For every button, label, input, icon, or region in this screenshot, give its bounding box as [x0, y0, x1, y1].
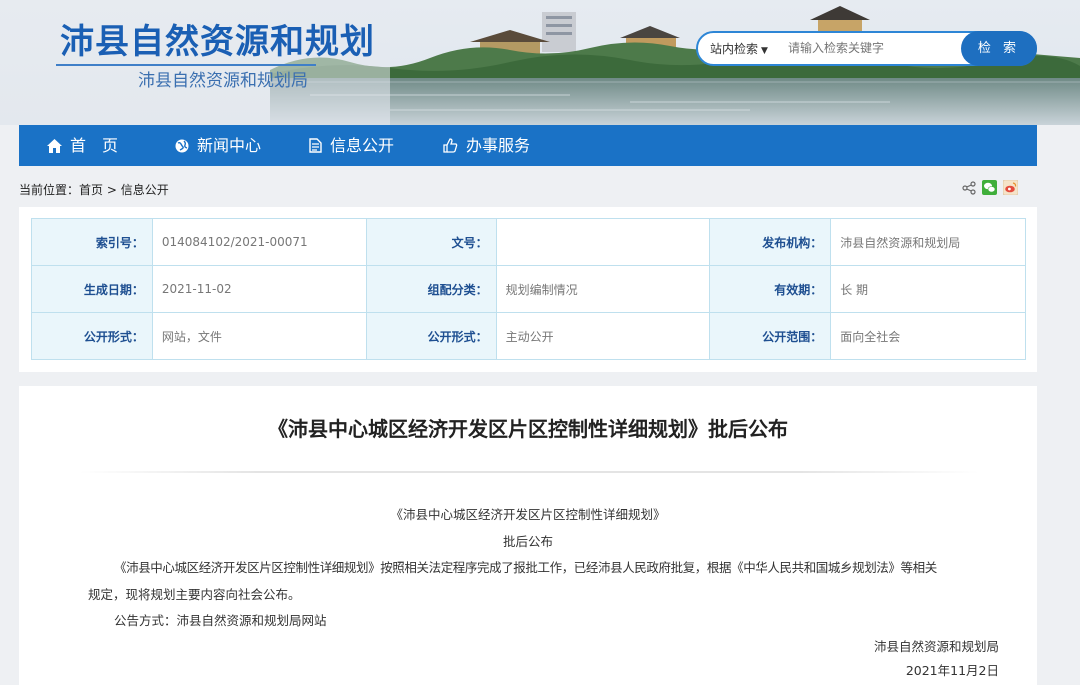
home-icon — [47, 139, 62, 153]
nav-item-news[interactable]: 新闻中心 — [175, 125, 261, 166]
article-paragraph: 《沛县中心城区经济开发区片区控制性详细规划》按照相关法定程序完成了报批工作，已经… — [114, 560, 937, 575]
nav-item-info[interactable]: 信息公开 — [309, 125, 394, 166]
doc-number-value — [495, 218, 711, 266]
site-title: 沛县自然资源和规划 — [60, 22, 375, 62]
nav-item-home[interactable]: 首 页 — [47, 125, 118, 166]
publisher-value: 沛县自然资源和规划局 — [830, 218, 1026, 266]
info-panel: 索引号： 014084102/2021-00071 文号： 发布机构： 沛县自然… — [19, 207, 1037, 372]
index-number-label: 索引号： — [31, 218, 153, 266]
document-icon — [309, 138, 322, 153]
table-row: 生成日期： 2021-11-02 组配分类： 规划编制情况 有效期： 长 期 — [31, 265, 1026, 313]
search-scope-label: 站内检索 — [710, 42, 759, 56]
article-signature: 沛县自然资源和规划局 — [873, 639, 999, 654]
nav-item-service[interactable]: 办事服务 — [443, 125, 530, 166]
article-paragraph: 规定，现将规划主要内容向社会公布。 — [88, 587, 301, 602]
nav-label-info: 信息公开 — [330, 136, 395, 155]
publish-form-value: 网站，文件 — [151, 312, 367, 360]
created-date-label: 生成日期： — [31, 265, 153, 313]
publish-mode-label: 公开形式： — [365, 312, 497, 360]
search-box: 站内检索▼ 检 索 — [696, 31, 1037, 66]
article-subheading: 批后公布 — [502, 534, 553, 549]
category-value: 规划编制情况 — [495, 265, 711, 313]
thumbs-up-icon — [443, 138, 458, 153]
breadcrumb-current[interactable]: 信息公开 — [121, 183, 169, 197]
breadcrumb-home-link[interactable]: 首页 — [79, 183, 103, 197]
breadcrumb-prefix: 当前位置： — [19, 183, 80, 197]
table-row: 索引号： 014084102/2021-00071 文号： 发布机构： 沛县自然… — [31, 218, 1026, 266]
article-heading: 《沛县中心城区经济开发区片区控制性详细规划》 — [390, 507, 666, 522]
publish-form-label: 公开形式： — [31, 312, 153, 360]
nav-label-news: 新闻中心 — [197, 136, 262, 155]
article-title: 《沛县中心城区经济开发区片区控制性详细规划》批后公布 — [268, 417, 788, 441]
article-divider — [79, 471, 979, 473]
category-label: 组配分类： — [365, 265, 497, 313]
nav-label-service: 办事服务 — [466, 136, 531, 155]
validity-label: 有效期： — [709, 265, 832, 313]
index-number-value: 014084102/2021-00071 — [151, 218, 367, 266]
wechat-icon[interactable] — [982, 180, 997, 199]
publish-scope-value: 面向全社会 — [830, 312, 1026, 360]
article-date: 2021年11月2日 — [905, 663, 999, 678]
site-header: 沛县自然资源和规划 沛县自然资源和规划局 站内检索▼ 检 索 — [0, 0, 1080, 125]
share-icon[interactable] — [962, 180, 976, 199]
nav-label-home: 首 页 — [70, 136, 119, 155]
created-date-value: 2021-11-02 — [151, 265, 367, 313]
info-table: 索引号： 014084102/2021-00071 文号： 发布机构： 沛县自然… — [31, 218, 1026, 360]
article: 《沛县中心城区经济开发区片区控制性详细规划》批后公布 《沛县中心城区经济开发区片… — [19, 386, 1037, 685]
share-bar — [962, 179, 1022, 199]
search-input[interactable] — [788, 38, 958, 58]
site-subtitle: 沛县自然资源和规划局 — [138, 71, 308, 91]
main-nav: 首 页 新闻中心 信息公开 办事服务 — [19, 125, 1037, 166]
weibo-icon[interactable] — [1002, 179, 1019, 199]
table-row: 公开形式： 网站，文件 公开形式： 主动公开 公开范围： 面向全社会 — [31, 312, 1026, 360]
validity-value: 长 期 — [830, 265, 1026, 313]
search-scope-dropdown[interactable]: 站内检索 ▼ — [710, 40, 768, 57]
doc-number-label: 文号： — [365, 218, 497, 266]
search-button[interactable]: 检 索 — [961, 31, 1037, 66]
breadcrumb-separator: > — [106, 183, 117, 197]
publish-scope-label: 公开范围： — [709, 312, 832, 360]
publisher-label: 发布机构： — [709, 218, 832, 266]
publish-mode-value: 主动公开 — [495, 312, 711, 360]
breadcrumb: 当前位置：首页 > 信息公开 — [19, 181, 169, 198]
article-method: 公告方式：沛县自然资源和规划局网站 — [114, 613, 327, 628]
chevron-down-icon: ▼ — [761, 46, 768, 56]
globe-icon — [175, 139, 189, 153]
